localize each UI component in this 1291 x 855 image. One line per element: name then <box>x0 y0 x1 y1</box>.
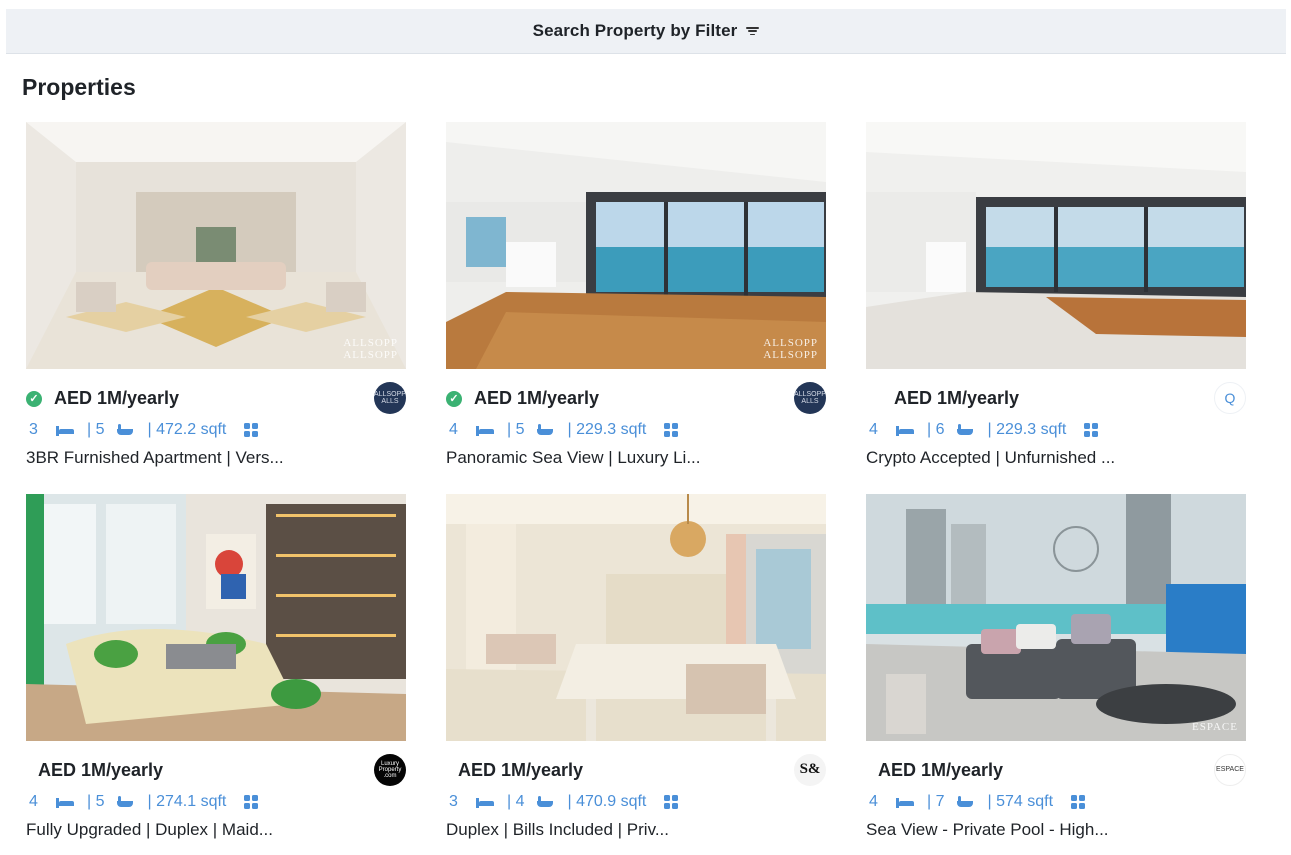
property-photo[interactable]: ALLSOPP ALLSOPP <box>26 122 406 369</box>
property-stats: 4 | 7 | 574 sqft <box>866 791 1246 813</box>
area-value: | 229.3 sqft <box>987 421 1067 438</box>
bed-icon <box>896 796 914 808</box>
verified-check-icon: ✓ <box>446 390 462 407</box>
price-label: AED 1M/yearly <box>458 760 584 780</box>
search-filter-bar[interactable]: Search Property by Filter <box>6 9 1286 54</box>
property-title[interactable]: Sea View - Private Pool - High... <box>866 820 1246 840</box>
bed-icon <box>476 796 494 808</box>
floorplan-grid-icon <box>664 795 679 809</box>
floorplan-grid-icon <box>664 423 679 437</box>
price-label: AED 1M/yearly <box>38 760 164 780</box>
bedrooms-count: 4 <box>29 793 38 810</box>
price-label: AED 1M/yearly <box>54 388 180 408</box>
bath-icon <box>536 424 555 436</box>
price-row: AED 1M/yearly Q <box>866 382 1246 414</box>
bedrooms-count: 3 <box>449 793 458 810</box>
photo-watermark: ALLSOPP ALLSOPP <box>343 336 398 361</box>
property-card[interactable]: ALLSOPP ALLSOPP ✓ AED 1M/yearly ALLSOPP AL… <box>446 122 826 472</box>
bath-icon <box>536 796 555 808</box>
photo-watermark: ALLSOPP ALLSOPP <box>763 336 818 361</box>
property-photo[interactable]: ALLSOPP ALLSOPP <box>446 122 826 369</box>
agency-logo[interactable]: ESPACE <box>1214 754 1246 786</box>
property-photo[interactable] <box>26 494 406 741</box>
floorplan-grid-icon <box>1071 795 1086 809</box>
bath-icon <box>116 424 135 436</box>
bath-icon <box>956 424 975 436</box>
property-photo[interactable]: ESPACE <box>866 494 1246 741</box>
property-title[interactable]: Duplex | Bills Included | Priv... <box>446 820 826 840</box>
search-filter-label[interactable]: Search Property by Filter <box>533 21 738 41</box>
property-stats: 4 | 5 | 274.1 sqft <box>26 791 406 813</box>
property-card[interactable]: AED 1M/yearly Q 4 | 6 | 229.3 sqft Crypt… <box>866 122 1246 472</box>
bed-icon <box>896 424 914 436</box>
bed-icon <box>56 424 74 436</box>
filter-lines-icon[interactable] <box>745 25 759 37</box>
property-photo[interactable] <box>866 122 1246 369</box>
property-title[interactable]: Fully Upgraded | Duplex | Maid... <box>26 820 406 840</box>
bathrooms-count: | 5 <box>507 421 525 438</box>
property-card[interactable]: ALLSOPP ALLSOPP ✓ AED 1M/yearly ALLSOPP AL… <box>26 122 406 472</box>
price-label: AED 1M/yearly <box>894 388 1020 408</box>
property-grid: ALLSOPP ALLSOPP ✓ AED 1M/yearly ALLSOPP AL… <box>26 122 1246 844</box>
area-value: | 472.2 sqft <box>147 421 227 438</box>
price-row: ✓ AED 1M/yearly ALLSOPP ALLS <box>446 382 826 414</box>
bed-icon <box>56 796 74 808</box>
price-label: AED 1M/yearly <box>474 388 600 408</box>
bathrooms-count: | 5 <box>87 421 105 438</box>
floorplan-grid-icon <box>244 795 259 809</box>
bedrooms-count: 4 <box>869 793 878 810</box>
price-row: ✓ AED 1M/yearly ALLSOPP ALLS <box>26 382 406 414</box>
area-value: | 574 sqft <box>987 793 1054 810</box>
agency-logo[interactable]: ALLSOPP ALLS <box>794 382 826 414</box>
property-photo[interactable] <box>446 494 826 741</box>
floorplan-grid-icon <box>244 423 259 437</box>
property-stats: 3 | 4 | 470.9 sqft <box>446 791 826 813</box>
page-title: Properties <box>22 74 136 100</box>
floorplan-grid-icon <box>1084 423 1099 437</box>
area-value: | 229.3 sqft <box>567 421 647 438</box>
bedrooms-count: 3 <box>29 421 38 438</box>
property-card[interactable]: AED 1M/yearly S& 3 | 4 | 470.9 sqft Dupl… <box>446 494 826 844</box>
bathrooms-count: | 6 <box>927 421 945 438</box>
bath-icon <box>116 796 135 808</box>
bath-icon <box>956 796 975 808</box>
verified-check-icon: ✓ <box>26 390 42 407</box>
area-value: | 470.9 sqft <box>567 793 647 810</box>
property-card[interactable]: AED 1M/yearly Luxury Property .com 4 | 5 |… <box>26 494 406 844</box>
bed-icon <box>476 424 494 436</box>
agency-logo[interactable]: Luxury Property .com <box>374 754 406 786</box>
area-value: | 274.1 sqft <box>147 793 227 810</box>
price-row: AED 1M/yearly S& <box>446 754 826 786</box>
agency-logo[interactable]: S& <box>794 754 826 786</box>
property-stats: 4 | 5 | 229.3 sqft <box>446 419 826 441</box>
property-title[interactable]: 3BR Furnished Apartment | Vers... <box>26 448 406 468</box>
price-label: AED 1M/yearly <box>878 760 1004 780</box>
property-stats: 3 | 5 | 472.2 sqft <box>26 419 406 441</box>
bathrooms-count: | 5 <box>87 793 105 810</box>
bedrooms-count: 4 <box>449 421 458 438</box>
property-title[interactable]: Panoramic Sea View | Luxury Li... <box>446 448 826 468</box>
property-card[interactable]: ESPACE AED 1M/yearly ESPACE 4 | 7 | 574 … <box>866 494 1246 844</box>
agency-logo[interactable]: ALLSOPP ALLS <box>374 382 406 414</box>
bathrooms-count: | 4 <box>507 793 525 810</box>
bedrooms-count: 4 <box>869 421 878 438</box>
bathrooms-count: | 7 <box>927 793 945 810</box>
property-stats: 4 | 6 | 229.3 sqft <box>866 419 1246 441</box>
price-row: AED 1M/yearly Luxury Property .com <box>26 754 406 786</box>
agency-logo[interactable]: Q <box>1214 382 1246 414</box>
property-title[interactable]: Crypto Accepted | Unfurnished ... <box>866 448 1246 468</box>
price-row: AED 1M/yearly ESPACE <box>866 754 1246 786</box>
photo-watermark: ESPACE <box>1192 720 1238 733</box>
